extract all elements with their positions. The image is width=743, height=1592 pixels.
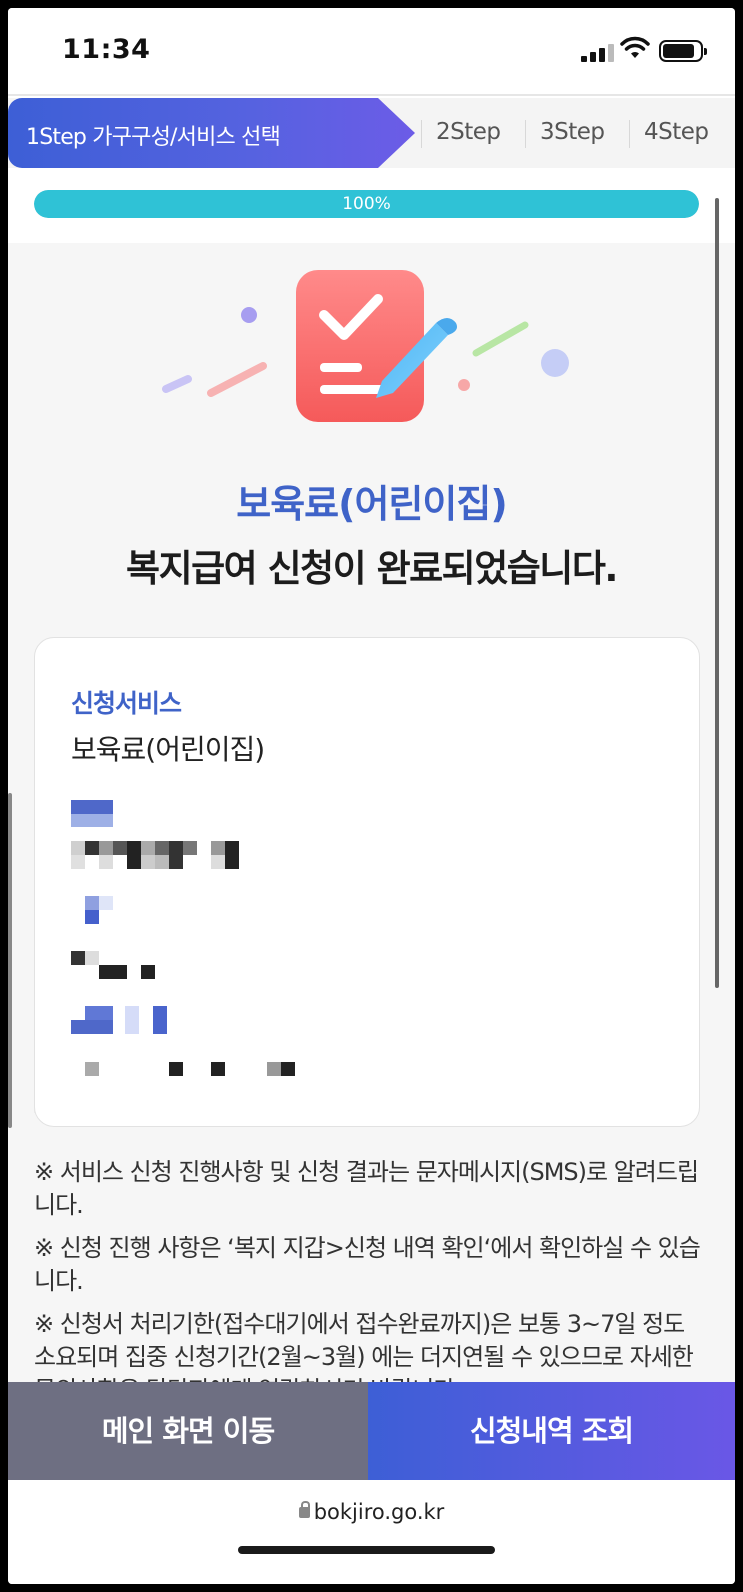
step-1-label: 1Step 가구구성/서비스 선택 — [26, 125, 281, 150]
service-label: 신청서비스 — [71, 689, 182, 718]
notice-item: ※ 서비스 신청 진행사항 및 신청 결과는 문자메시지(SMS)로 알려드립니… — [34, 1158, 699, 1219]
step-2: 2Step — [436, 119, 501, 145]
progress-label: 100% — [342, 194, 391, 214]
notice-list: ※ 서비스 신청 진행사항 및 신청 결과는 문자메시지(SMS)로 알려드립니… — [34, 1156, 704, 1417]
wifi-icon — [620, 36, 650, 58]
scrollbar[interactable] — [715, 198, 719, 988]
service-title: 보육료(어린이집) — [236, 482, 507, 526]
notice-item: ※ 신청 진행 사항은 ‘복지 지갑>신청 내역 확인‘에서 확인하실 수 있습… — [34, 1234, 701, 1295]
url-text: bokjiro.go.kr — [313, 1500, 445, 1524]
progress-section: 100% — [8, 168, 735, 243]
completion-message: 복지급여 신청이 완료되었습니다. — [126, 547, 618, 590]
battery-icon — [659, 40, 707, 62]
home-indicator[interactable] — [238, 1546, 495, 1554]
application-summary-card: 신청서비스 보육료(어린이집) — [34, 637, 700, 1127]
url-display[interactable]: bokjiro.go.kr — [8, 1500, 735, 1524]
status-time: 11:34 — [62, 34, 151, 65]
step-4: 4Step — [644, 119, 709, 145]
signal-icon — [581, 44, 617, 62]
lock-icon — [298, 1501, 310, 1518]
divider — [8, 94, 735, 96]
phone-screen: 11:34 1Step 가구구성/서비스 선택 2Step 3Step 4Ste… — [8, 8, 735, 1584]
step-1-active: 1Step 가구구성/서비스 선택 — [8, 98, 415, 168]
step-separator — [525, 120, 526, 148]
step-separator — [421, 120, 422, 148]
step-separator — [629, 120, 630, 148]
bottom-action-bar: 메인 화면 이동 신청내역 조회 — [8, 1382, 735, 1480]
status-bar: 11:34 — [8, 8, 735, 94]
step-navigation: 1Step 가구구성/서비스 선택 2Step 3Step 4Step — [8, 98, 735, 168]
service-value: 보육료(어린이집) — [71, 733, 265, 766]
step-3: 3Step — [540, 119, 605, 145]
go-main-button[interactable]: 메인 화면 이동 — [8, 1382, 368, 1480]
scrollbar-left — [8, 793, 12, 1128]
browser-address-bar[interactable]: bokjiro.go.kr — [8, 1480, 735, 1584]
completion-illustration — [162, 270, 569, 422]
progress-bar: 100% — [34, 190, 699, 218]
application-history-button[interactable]: 신청내역 조회 — [368, 1382, 735, 1480]
